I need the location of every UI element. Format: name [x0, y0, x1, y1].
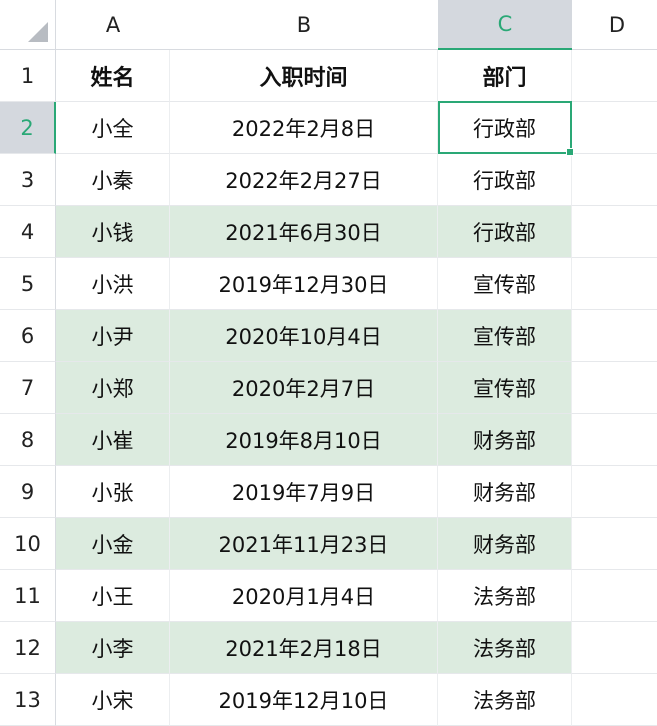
row-header-1[interactable]: 1	[0, 50, 56, 102]
cell-c8[interactable]: 财务部	[438, 414, 572, 466]
cell-a10[interactable]: 小金	[56, 518, 170, 570]
cell-a11[interactable]: 小王	[56, 570, 170, 622]
row-header-7[interactable]: 7	[0, 362, 56, 414]
cell-b10[interactable]: 2021年11月23日	[170, 518, 438, 570]
cell-d10[interactable]	[572, 518, 657, 570]
cell-c3[interactable]: 行政部	[438, 154, 572, 206]
cell-a13[interactable]: 小宋	[56, 674, 170, 726]
cell-d3[interactable]	[572, 154, 657, 206]
column-header-c[interactable]: C	[438, 0, 572, 50]
cell-c4[interactable]: 行政部	[438, 206, 572, 258]
row-header-9[interactable]: 9	[0, 466, 56, 518]
cell-b8[interactable]: 2019年8月10日	[170, 414, 438, 466]
cell-c2[interactable]: 行政部	[438, 102, 572, 154]
cell-a5[interactable]: 小洪	[56, 258, 170, 310]
cell-d5[interactable]	[572, 258, 657, 310]
cell-d9[interactable]	[572, 466, 657, 518]
cell-a7[interactable]: 小郑	[56, 362, 170, 414]
cell-a9[interactable]: 小张	[56, 466, 170, 518]
row-header-3[interactable]: 3	[0, 154, 56, 206]
cell-c5[interactable]: 宣传部	[438, 258, 572, 310]
cell-b5[interactable]: 2019年12月30日	[170, 258, 438, 310]
spreadsheet-grid[interactable]: ABCD 1 姓名 入职时间 部门 2 小全 2022年2月8日 行政部 3 小秦 2022年2月2…	[0, 0, 657, 726]
column-header-d[interactable]: D	[572, 0, 657, 50]
select-all-corner[interactable]	[0, 0, 56, 50]
cell-d13[interactable]	[572, 674, 657, 726]
select-all-triangle-icon	[28, 22, 48, 42]
cell-c12[interactable]: 法务部	[438, 622, 572, 674]
row-header-5[interactable]: 5	[0, 258, 56, 310]
cell-d6[interactable]	[572, 310, 657, 362]
column-header-a[interactable]: A	[56, 0, 170, 50]
cell-c10[interactable]: 财务部	[438, 518, 572, 570]
cell-a1[interactable]: 姓名	[56, 50, 170, 102]
row-header-2[interactable]: 2	[0, 102, 56, 154]
cell-a12[interactable]: 小李	[56, 622, 170, 674]
row-header-10[interactable]: 10	[0, 518, 56, 570]
cell-a8[interactable]: 小崔	[56, 414, 170, 466]
cell-b11[interactable]: 2020月1月4日	[170, 570, 438, 622]
cell-d2[interactable]	[572, 102, 657, 154]
cell-c11[interactable]: 法务部	[438, 570, 572, 622]
row-header-12[interactable]: 12	[0, 622, 56, 674]
cell-b6[interactable]: 2020年10月4日	[170, 310, 438, 362]
cell-d1[interactable]	[572, 50, 657, 102]
cell-a3[interactable]: 小秦	[56, 154, 170, 206]
cell-c9[interactable]: 财务部	[438, 466, 572, 518]
row-header-6[interactable]: 6	[0, 310, 56, 362]
cell-b1[interactable]: 入职时间	[170, 50, 438, 102]
cell-c7[interactable]: 宣传部	[438, 362, 572, 414]
row-header-11[interactable]: 11	[0, 570, 56, 622]
cell-b9[interactable]: 2019年7月9日	[170, 466, 438, 518]
cell-b12[interactable]: 2021年2月18日	[170, 622, 438, 674]
cell-a4[interactable]: 小钱	[56, 206, 170, 258]
cell-b3[interactable]: 2022年2月27日	[170, 154, 438, 206]
row-header-8[interactable]: 8	[0, 414, 56, 466]
cell-d4[interactable]	[572, 206, 657, 258]
cell-a6[interactable]: 小尹	[56, 310, 170, 362]
cell-d8[interactable]	[572, 414, 657, 466]
cell-a2[interactable]: 小全	[56, 102, 170, 154]
cell-b13[interactable]: 2019年12月10日	[170, 674, 438, 726]
cell-c1[interactable]: 部门	[438, 50, 572, 102]
column-header-b[interactable]: B	[170, 0, 438, 50]
cell-b7[interactable]: 2020年2月7日	[170, 362, 438, 414]
row-header-4[interactable]: 4	[0, 206, 56, 258]
cell-b4[interactable]: 2021年6月30日	[170, 206, 438, 258]
cell-b2[interactable]: 2022年2月8日	[170, 102, 438, 154]
row-header-13[interactable]: 13	[0, 674, 56, 726]
cell-c13[interactable]: 法务部	[438, 674, 572, 726]
cell-d11[interactable]	[572, 570, 657, 622]
cell-d12[interactable]	[572, 622, 657, 674]
cell-d7[interactable]	[572, 362, 657, 414]
cell-c6[interactable]: 宣传部	[438, 310, 572, 362]
